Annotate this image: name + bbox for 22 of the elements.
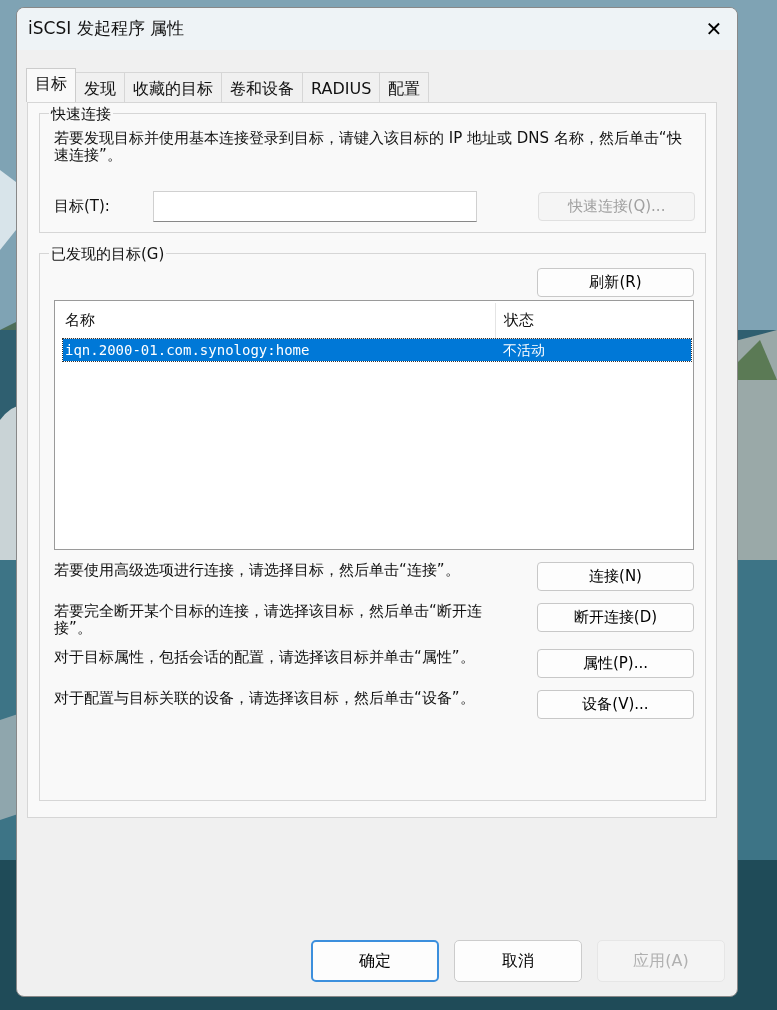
- description-text: 对于配置与目标关联的设备，请选择该目标，然后单击“设备”。: [54, 690, 476, 707]
- tab[interactable]: 配置: [379, 72, 430, 102]
- dialog-button[interactable]: 取消: [454, 940, 582, 982]
- window-title: iSCSI 发起程序 属性: [28, 17, 184, 41]
- tab[interactable]: 目标: [26, 68, 76, 102]
- description-text: 若要发现目标并使用基本连接登录到目标，请键入该目标的 IP 地址或 DNS 名称，然后单击“快速连接”。: [54, 130, 683, 164]
- refresh-button[interactable]: 刷新(R): [537, 268, 694, 297]
- close-button[interactable]: ✕: [691, 9, 737, 49]
- field-label: 目标(T):: [54, 196, 111, 218]
- action-button[interactable]: 设备(V)...: [537, 690, 694, 719]
- column-header[interactable]: 名称: [63, 309, 495, 332]
- description-text: 对于目标属性，包括会话的配置，请选择该目标并单击“属性”。: [54, 649, 476, 666]
- target-field[interactable]: [153, 191, 477, 222]
- table-cell-text: 不活动: [502, 340, 546, 360]
- action-button[interactable]: 连接(N): [537, 562, 694, 591]
- description-text: 若要使用高级选项进行连接，请选择目标，然后单击“连接”。: [54, 562, 461, 579]
- action-button[interactable]: 断开连接(D): [537, 603, 694, 632]
- table-row[interactable]: iqn.2000-01.com.synology:home 不活动: [63, 339, 691, 361]
- dialog-button[interactable]: 确定: [311, 940, 439, 982]
- table-cell-text: iqn.2000-01.com.synology:home: [64, 340, 311, 360]
- action-button[interactable]: 属性(P)...: [537, 649, 694, 678]
- description-text: 若要完全断开某个目标的连接，请选择该目标，然后单击“断开连接”。: [54, 603, 483, 637]
